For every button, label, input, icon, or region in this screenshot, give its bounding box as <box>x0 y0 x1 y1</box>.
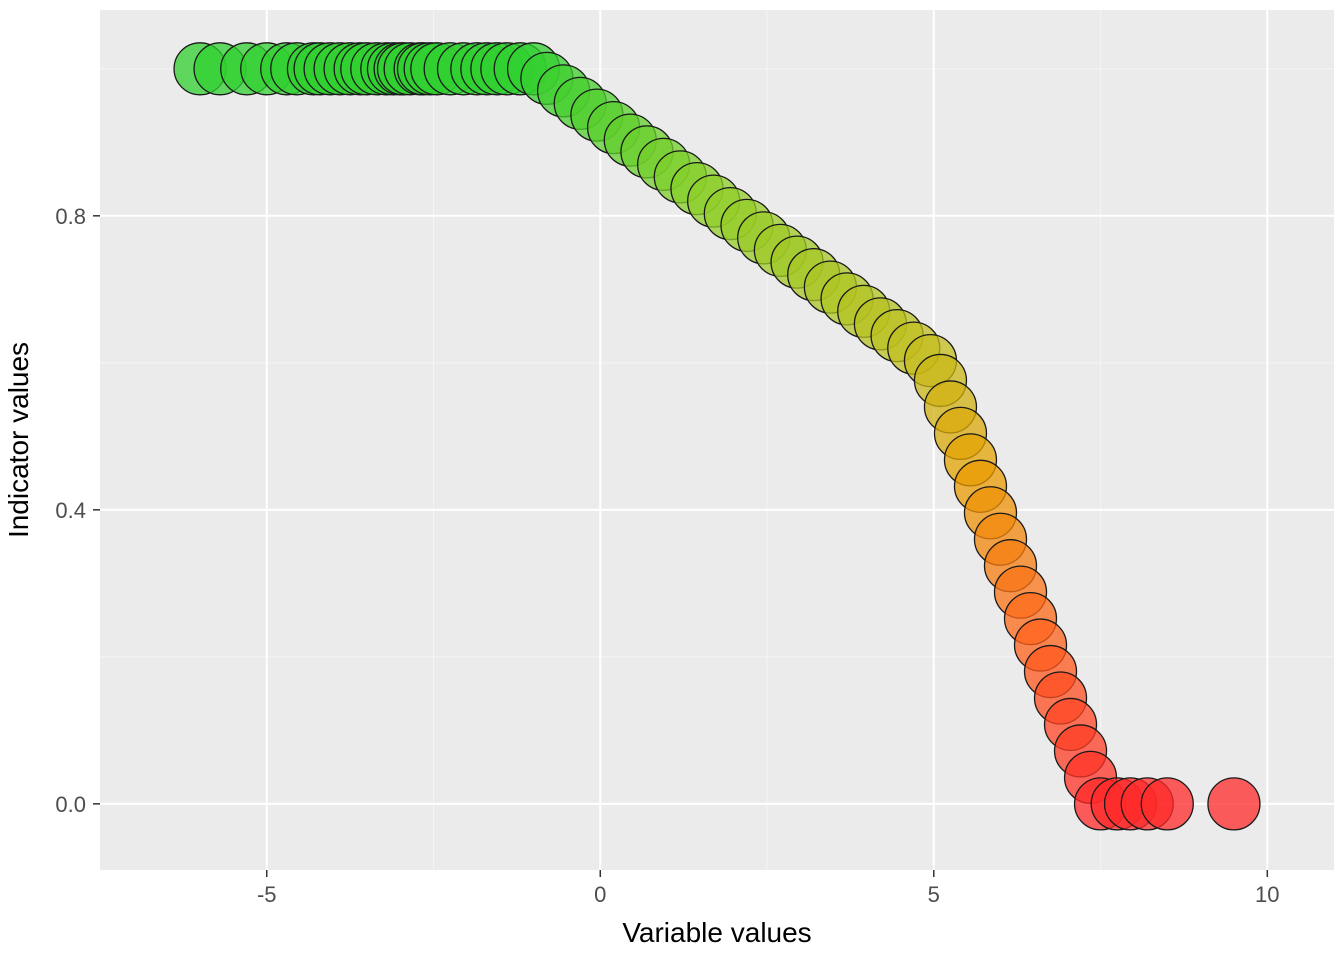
y-tick-label: 0.0 <box>55 792 86 817</box>
data-point <box>1141 778 1193 830</box>
x-tick-label: 5 <box>928 882 940 907</box>
x-tick-label: -5 <box>257 882 277 907</box>
scatter-chart: -5 0 5 10 0.0 0.4 0.8 Variable values Indicator … <box>0 0 1344 960</box>
data-point <box>1208 778 1260 830</box>
y-axis-title: Indicator values <box>3 342 34 538</box>
y-tick-label: 0.8 <box>55 204 86 229</box>
y-tick-label: 0.4 <box>55 498 86 523</box>
plot-panel <box>100 10 1334 870</box>
chart-container: -5 0 5 10 0.0 0.4 0.8 Variable values Indicator … <box>0 0 1344 960</box>
x-tick-label: 0 <box>594 882 606 907</box>
x-axis-title: Variable values <box>622 917 811 948</box>
x-tick-label: 10 <box>1255 882 1279 907</box>
